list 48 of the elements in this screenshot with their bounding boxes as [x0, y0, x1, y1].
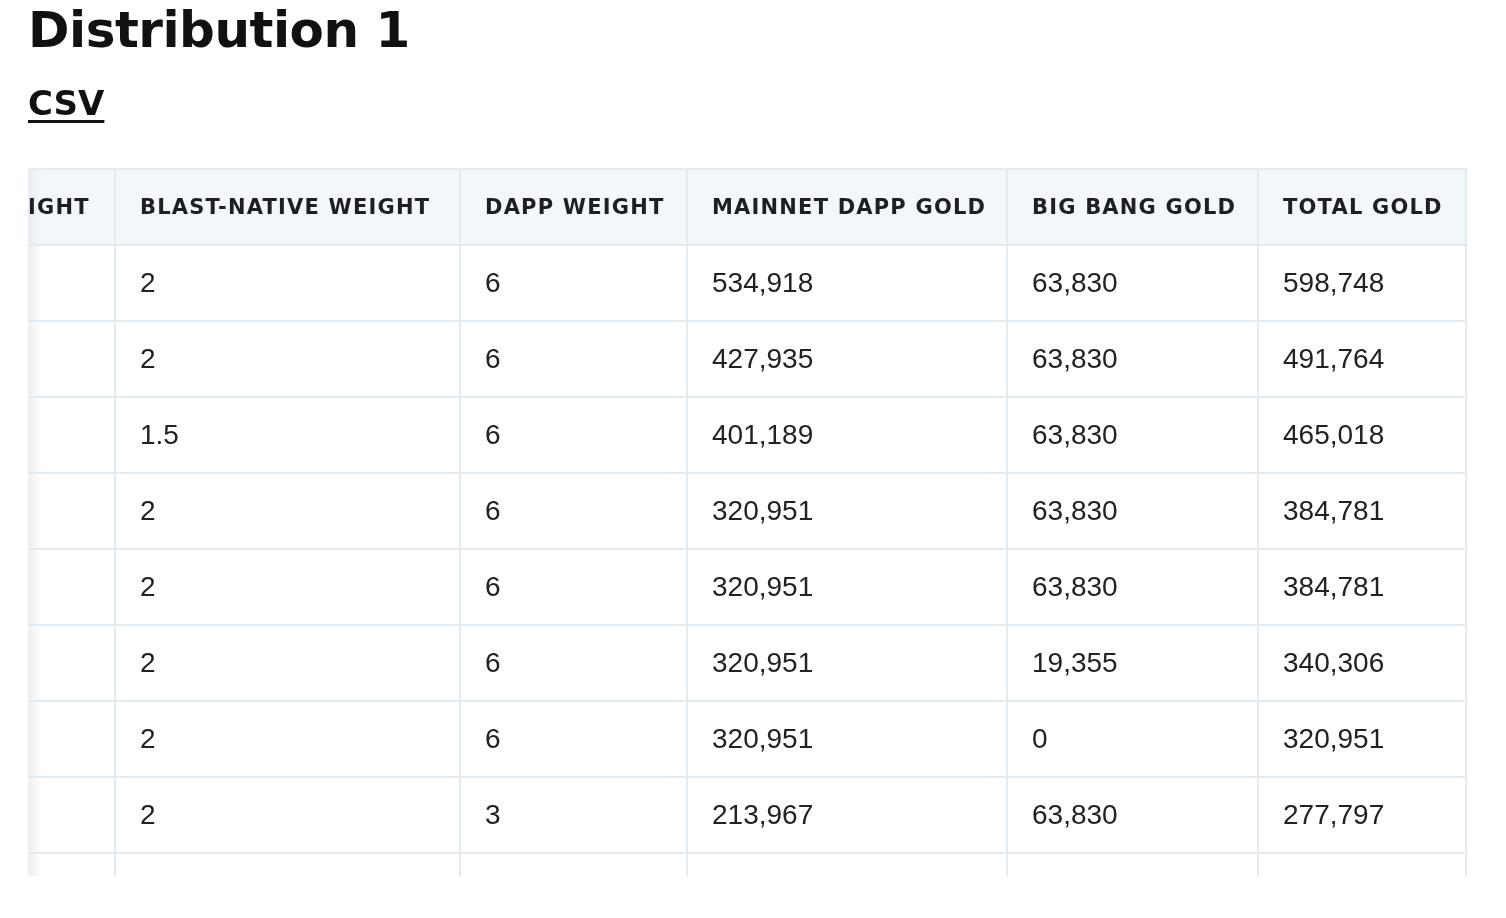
table-cell: 427,935 — [687, 321, 1007, 397]
table-cell: 277,797 — [1258, 777, 1466, 853]
table-cell: 320,951 — [687, 625, 1007, 701]
table-cell: 598,748 — [1258, 245, 1466, 321]
table-cell: 63,830 — [1007, 473, 1258, 549]
table-cell: 384,781 — [1258, 473, 1466, 549]
table-cell: 63,830 — [1007, 549, 1258, 625]
table-cell: 320,951 — [687, 701, 1007, 777]
table-cell: 3 — [460, 777, 687, 853]
table-cell: 6 — [460, 549, 687, 625]
table-cell: 2 — [115, 321, 460, 397]
table-cell: 2 — [115, 777, 460, 853]
table-cell: 63,830 — [1007, 245, 1258, 321]
table-cell: 213,967 — [687, 777, 1007, 853]
table-cell: 384,781 — [1258, 549, 1466, 625]
table-cell: 63,830 — [1007, 321, 1258, 397]
table-cell: 2 — [115, 625, 460, 701]
csv-link[interactable]: CSV — [28, 80, 105, 126]
table-cell: 320,951 — [1258, 701, 1466, 777]
table-cell: 401,189 — [687, 397, 1007, 473]
table-cell: 6 — [460, 397, 687, 473]
column-header: TOTAL GOLD — [1258, 169, 1466, 245]
table-cell: 63,830 — [1007, 777, 1258, 853]
table-cell: 6 — [460, 625, 687, 701]
page-title: Distribution 1 — [28, 0, 411, 58]
table-cell: 2 — [115, 473, 460, 549]
table-cell: 63,830 — [1007, 397, 1258, 473]
table-cell: 0 — [1007, 701, 1258, 777]
table-cell: 340,306 — [1258, 625, 1466, 701]
table-cell: 491,764 — [1258, 321, 1466, 397]
table-cell: 2 — [115, 549, 460, 625]
table-cell: 6 — [460, 701, 687, 777]
table-cell: 19,355 — [1007, 625, 1258, 701]
table-cell: 320,951 — [687, 549, 1007, 625]
column-header: MAINNET DAPP GOLD — [687, 169, 1007, 245]
column-header: IGHT — [28, 169, 115, 245]
column-header: DAPP WEIGHT — [460, 169, 687, 245]
column-header: BIG BANG GOLD — [1007, 169, 1258, 245]
table-cell: 1.5 — [115, 397, 460, 473]
table-cell: 6 — [460, 321, 687, 397]
table-cell: 2 — [115, 245, 460, 321]
table-cell: 6 — [460, 473, 687, 549]
table-cell: 534,918 — [687, 245, 1007, 321]
table-cell: 6 — [460, 245, 687, 321]
table-cell: 2 — [115, 701, 460, 777]
column-header: BLAST-NATIVE WEIGHT — [115, 169, 460, 245]
table-cell: 465,018 — [1258, 397, 1466, 473]
table-cell: 320,951 — [687, 473, 1007, 549]
